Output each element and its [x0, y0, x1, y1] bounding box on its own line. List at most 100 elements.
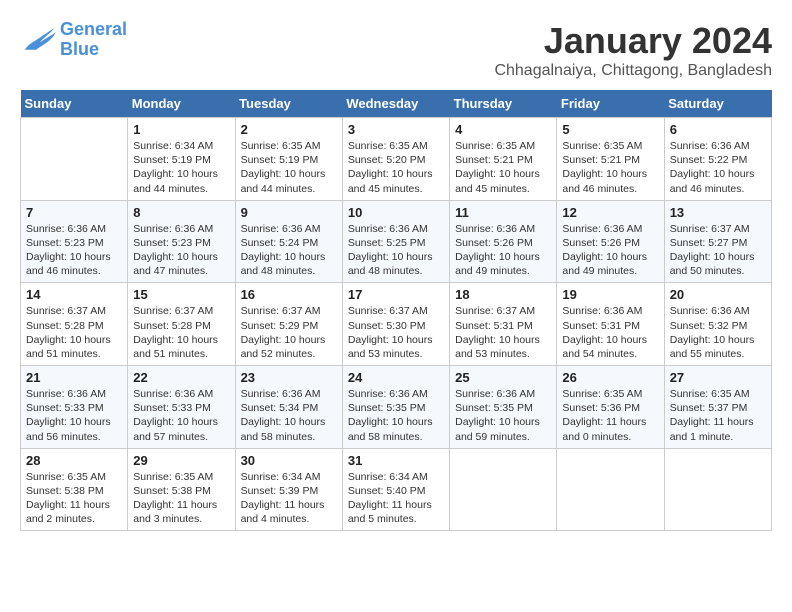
calendar-cell: 6 Sunrise: 6:36 AMSunset: 5:22 PMDaylight…	[664, 118, 771, 201]
day-number: 6	[670, 122, 766, 137]
day-number: 31	[348, 453, 444, 468]
logo-text: General Blue	[60, 20, 127, 60]
calendar-cell	[21, 118, 128, 201]
calendar-cell: 13Sunrise: 6:37 AMSunset: 5:27 PMDayligh…	[664, 200, 771, 283]
day-info: Sunrise: 6:34 AMSunset: 5:39 PMDaylight:…	[241, 470, 337, 527]
calendar-cell: 22Sunrise: 6:36 AMSunset: 5:33 PMDayligh…	[128, 366, 235, 449]
day-number: 30	[241, 453, 337, 468]
day-info: Sunrise: 6:35 AMSunset: 5:20 PMDaylight:…	[348, 139, 444, 196]
day-number: 12	[562, 205, 658, 220]
day-info: Sunrise: 6:36 AMSunset: 5:23 PMDaylight:…	[26, 222, 122, 279]
header-day-saturday: Saturday	[664, 90, 771, 118]
day-info: Sunrise: 6:36 AMSunset: 5:34 PMDaylight:…	[241, 387, 337, 444]
page-header: General Blue January 2024 Chhagalnaiya, …	[20, 20, 772, 80]
title-block: January 2024 Chhagalnaiya, Chittagong, B…	[494, 20, 772, 80]
header-day-thursday: Thursday	[450, 90, 557, 118]
calendar-cell: 26 Sunrise: 6:35 AMSunset: 5:36 PMDayligh…	[557, 366, 664, 449]
logo: General Blue	[20, 20, 127, 60]
calendar-header-row: SundayMondayTuesdayWednesdayThursdayFrid…	[21, 90, 772, 118]
calendar-cell: 20 Sunrise: 6:36 AMSunset: 5:32 PMDayligh…	[664, 283, 771, 366]
calendar-cell: 1 Sunrise: 6:34 AMSunset: 5:19 PMDaylight…	[128, 118, 235, 201]
day-number: 23	[241, 370, 337, 385]
header-day-monday: Monday	[128, 90, 235, 118]
calendar-cell: 18 Sunrise: 6:37 AMSunset: 5:31 PMDayligh…	[450, 283, 557, 366]
day-number: 9	[241, 205, 337, 220]
calendar-cell: 25 Sunrise: 6:36 AMSunset: 5:35 PMDayligh…	[450, 366, 557, 449]
day-number: 15	[133, 287, 229, 302]
calendar-cell: 28Sunrise: 6:35 AMSunset: 5:38 PMDayligh…	[21, 448, 128, 531]
calendar-cell: 11 Sunrise: 6:36 AMSunset: 5:26 PMDayligh…	[450, 200, 557, 283]
calendar-cell: 4Sunrise: 6:35 AMSunset: 5:21 PMDaylight…	[450, 118, 557, 201]
calendar-week-row: 21Sunrise: 6:36 AMSunset: 5:33 PMDayligh…	[21, 366, 772, 449]
header-day-wednesday: Wednesday	[342, 90, 449, 118]
calendar-cell: 15 Sunrise: 6:37 AMSunset: 5:28 PMDayligh…	[128, 283, 235, 366]
day-info: Sunrise: 6:36 AMSunset: 5:26 PMDaylight:…	[455, 222, 551, 279]
day-info: Sunrise: 6:35 AMSunset: 5:21 PMDaylight:…	[562, 139, 658, 196]
day-info: Sunrise: 6:36 AMSunset: 5:24 PMDaylight:…	[241, 222, 337, 279]
day-number: 1	[133, 122, 229, 137]
day-number: 16	[241, 287, 337, 302]
calendar-cell: 14Sunrise: 6:37 AMSunset: 5:28 PMDayligh…	[21, 283, 128, 366]
day-number: 26	[562, 370, 658, 385]
day-number: 22	[133, 370, 229, 385]
calendar-cell: 2Sunrise: 6:35 AMSunset: 5:19 PMDaylight…	[235, 118, 342, 201]
calendar-cell	[557, 448, 664, 531]
day-info: Sunrise: 6:36 AMSunset: 5:22 PMDaylight:…	[670, 139, 766, 196]
day-info: Sunrise: 6:37 AMSunset: 5:28 PMDaylight:…	[133, 304, 229, 361]
day-number: 29	[133, 453, 229, 468]
day-info: Sunrise: 6:35 AMSunset: 5:21 PMDaylight:…	[455, 139, 551, 196]
day-info: Sunrise: 6:36 AMSunset: 5:31 PMDaylight:…	[562, 304, 658, 361]
calendar-cell: 5 Sunrise: 6:35 AMSunset: 5:21 PMDaylight…	[557, 118, 664, 201]
day-number: 7	[26, 205, 122, 220]
location-title: Chhagalnaiya, Chittagong, Bangladesh	[494, 62, 772, 80]
header-day-friday: Friday	[557, 90, 664, 118]
day-number: 27	[670, 370, 766, 385]
day-info: Sunrise: 6:35 AMSunset: 5:37 PMDaylight:…	[670, 387, 766, 444]
day-number: 11	[455, 205, 551, 220]
calendar-week-row: 28Sunrise: 6:35 AMSunset: 5:38 PMDayligh…	[21, 448, 772, 531]
calendar-cell: 31Sunrise: 6:34 AMSunset: 5:40 PMDayligh…	[342, 448, 449, 531]
calendar-cell: 29Sunrise: 6:35 AMSunset: 5:38 PMDayligh…	[128, 448, 235, 531]
calendar-cell: 17 Sunrise: 6:37 AMSunset: 5:30 PMDayligh…	[342, 283, 449, 366]
day-number: 18	[455, 287, 551, 302]
calendar-cell: 7 Sunrise: 6:36 AMSunset: 5:23 PMDaylight…	[21, 200, 128, 283]
day-number: 21	[26, 370, 122, 385]
day-number: 10	[348, 205, 444, 220]
day-info: Sunrise: 6:37 AMSunset: 5:30 PMDaylight:…	[348, 304, 444, 361]
day-number: 25	[455, 370, 551, 385]
day-number: 3	[348, 122, 444, 137]
day-info: Sunrise: 6:36 AMSunset: 5:35 PMDaylight:…	[348, 387, 444, 444]
calendar-cell: 12 Sunrise: 6:36 AMSunset: 5:26 PMDayligh…	[557, 200, 664, 283]
logo-icon	[20, 25, 56, 55]
day-info: Sunrise: 6:36 AMSunset: 5:35 PMDaylight:…	[455, 387, 551, 444]
day-number: 13	[670, 205, 766, 220]
day-number: 5	[562, 122, 658, 137]
day-info: Sunrise: 6:36 AMSunset: 5:26 PMDaylight:…	[562, 222, 658, 279]
calendar-cell	[664, 448, 771, 531]
calendar-cell: 21Sunrise: 6:36 AMSunset: 5:33 PMDayligh…	[21, 366, 128, 449]
day-info: Sunrise: 6:34 AMSunset: 5:19 PMDaylight:…	[133, 139, 229, 196]
day-info: Sunrise: 6:37 AMSunset: 5:29 PMDaylight:…	[241, 304, 337, 361]
day-info: Sunrise: 6:37 AMSunset: 5:31 PMDaylight:…	[455, 304, 551, 361]
calendar-week-row: 7 Sunrise: 6:36 AMSunset: 5:23 PMDaylight…	[21, 200, 772, 283]
calendar-cell: 19 Sunrise: 6:36 AMSunset: 5:31 PMDayligh…	[557, 283, 664, 366]
calendar-cell: 16 Sunrise: 6:37 AMSunset: 5:29 PMDayligh…	[235, 283, 342, 366]
day-number: 17	[348, 287, 444, 302]
header-day-sunday: Sunday	[21, 90, 128, 118]
day-info: Sunrise: 6:36 AMSunset: 5:23 PMDaylight:…	[133, 222, 229, 279]
calendar-week-row: 14Sunrise: 6:37 AMSunset: 5:28 PMDayligh…	[21, 283, 772, 366]
calendar-cell: 8Sunrise: 6:36 AMSunset: 5:23 PMDaylight…	[128, 200, 235, 283]
month-title: January 2024	[494, 20, 772, 62]
day-number: 20	[670, 287, 766, 302]
calendar-cell: 23 Sunrise: 6:36 AMSunset: 5:34 PMDayligh…	[235, 366, 342, 449]
calendar-week-row: 1 Sunrise: 6:34 AMSunset: 5:19 PMDaylight…	[21, 118, 772, 201]
day-number: 19	[562, 287, 658, 302]
day-info: Sunrise: 6:35 AMSunset: 5:36 PMDaylight:…	[562, 387, 658, 444]
calendar-cell: 3 Sunrise: 6:35 AMSunset: 5:20 PMDaylight…	[342, 118, 449, 201]
calendar-cell: 10Sunrise: 6:36 AMSunset: 5:25 PMDayligh…	[342, 200, 449, 283]
day-number: 28	[26, 453, 122, 468]
day-info: Sunrise: 6:36 AMSunset: 5:32 PMDaylight:…	[670, 304, 766, 361]
day-number: 24	[348, 370, 444, 385]
calendar-cell: 27 Sunrise: 6:35 AMSunset: 5:37 PMDayligh…	[664, 366, 771, 449]
calendar-table: SundayMondayTuesdayWednesdayThursdayFrid…	[20, 90, 772, 531]
